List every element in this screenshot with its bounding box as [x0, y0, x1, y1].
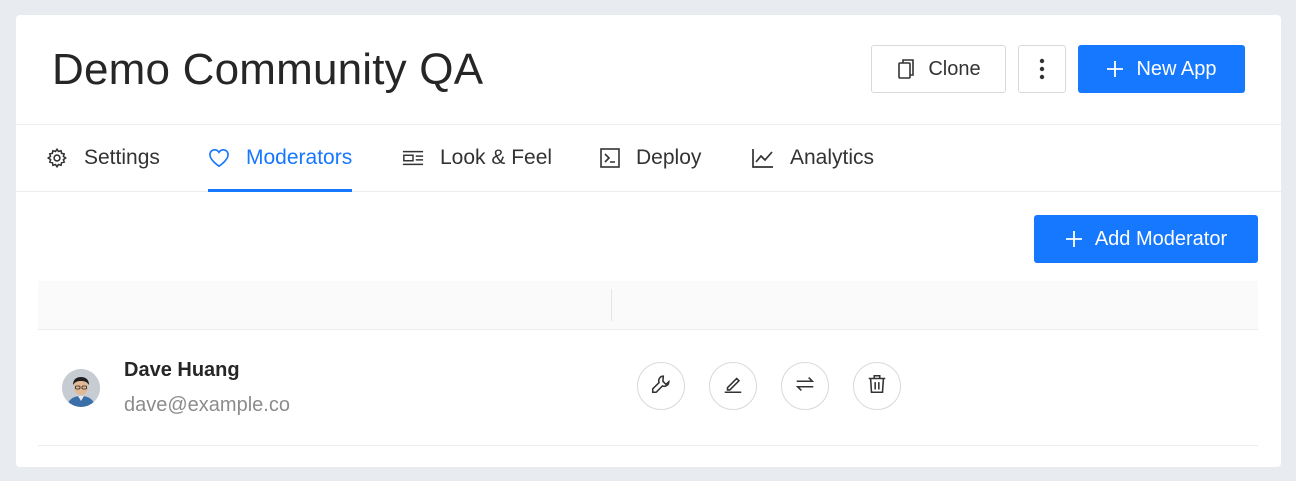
trash-icon [866, 373, 888, 400]
line-chart-icon [752, 148, 774, 168]
tab-label: Deploy [636, 146, 702, 169]
tab-moderators[interactable]: Moderators [208, 125, 353, 192]
copy-icon [896, 58, 916, 80]
more-button[interactable] [1018, 45, 1066, 93]
tab-look-and-feel[interactable]: Look & Feel [402, 125, 552, 191]
avatar [62, 369, 100, 407]
tab-deploy[interactable]: Deploy [600, 125, 701, 191]
tab-bar: Settings Moderators Look & Feel Deploy A… [16, 125, 1281, 192]
tab-label: Settings [84, 146, 160, 169]
table-row: Dave Huang dave@example.co [38, 330, 1258, 446]
swap-icon [794, 373, 816, 400]
terminal-icon [600, 148, 620, 168]
delete-button[interactable] [853, 362, 901, 410]
page-title: Demo Community QA [52, 45, 484, 94]
tab-settings[interactable]: Settings [46, 125, 160, 191]
new-app-button[interactable]: New App [1078, 45, 1245, 93]
permissions-button[interactable] [637, 362, 685, 410]
heart-icon [208, 148, 230, 168]
app-card: Demo Community QA Clone New App Settings… [16, 15, 1281, 467]
page-header: Demo Community QA Clone New App [16, 15, 1281, 125]
clone-label: Clone [928, 57, 981, 80]
new-app-label: New App [1136, 57, 1217, 80]
transfer-button[interactable] [781, 362, 829, 410]
tab-label: Look & Feel [440, 146, 553, 169]
add-moderator-label: Add Moderator [1094, 227, 1228, 250]
tab-label: Analytics [790, 146, 875, 169]
moderator-email: dave@example.co [124, 394, 290, 416]
layout-icon [402, 149, 424, 167]
tab-label: Moderators [246, 146, 353, 169]
wrench-icon [650, 373, 672, 400]
moderator-name: Dave Huang [124, 359, 240, 381]
edit-button[interactable] [709, 362, 757, 410]
more-vertical-icon [1039, 58, 1045, 80]
gear-icon [46, 147, 68, 169]
table-header [38, 281, 1258, 330]
column-divider[interactable] [611, 289, 612, 321]
plus-icon [1106, 60, 1124, 78]
clone-button[interactable]: Clone [871, 45, 1006, 93]
plus-icon [1065, 230, 1083, 248]
tab-analytics[interactable]: Analytics [752, 125, 874, 191]
edit-icon [722, 373, 744, 400]
add-moderator-button[interactable]: Add Moderator [1034, 215, 1258, 263]
